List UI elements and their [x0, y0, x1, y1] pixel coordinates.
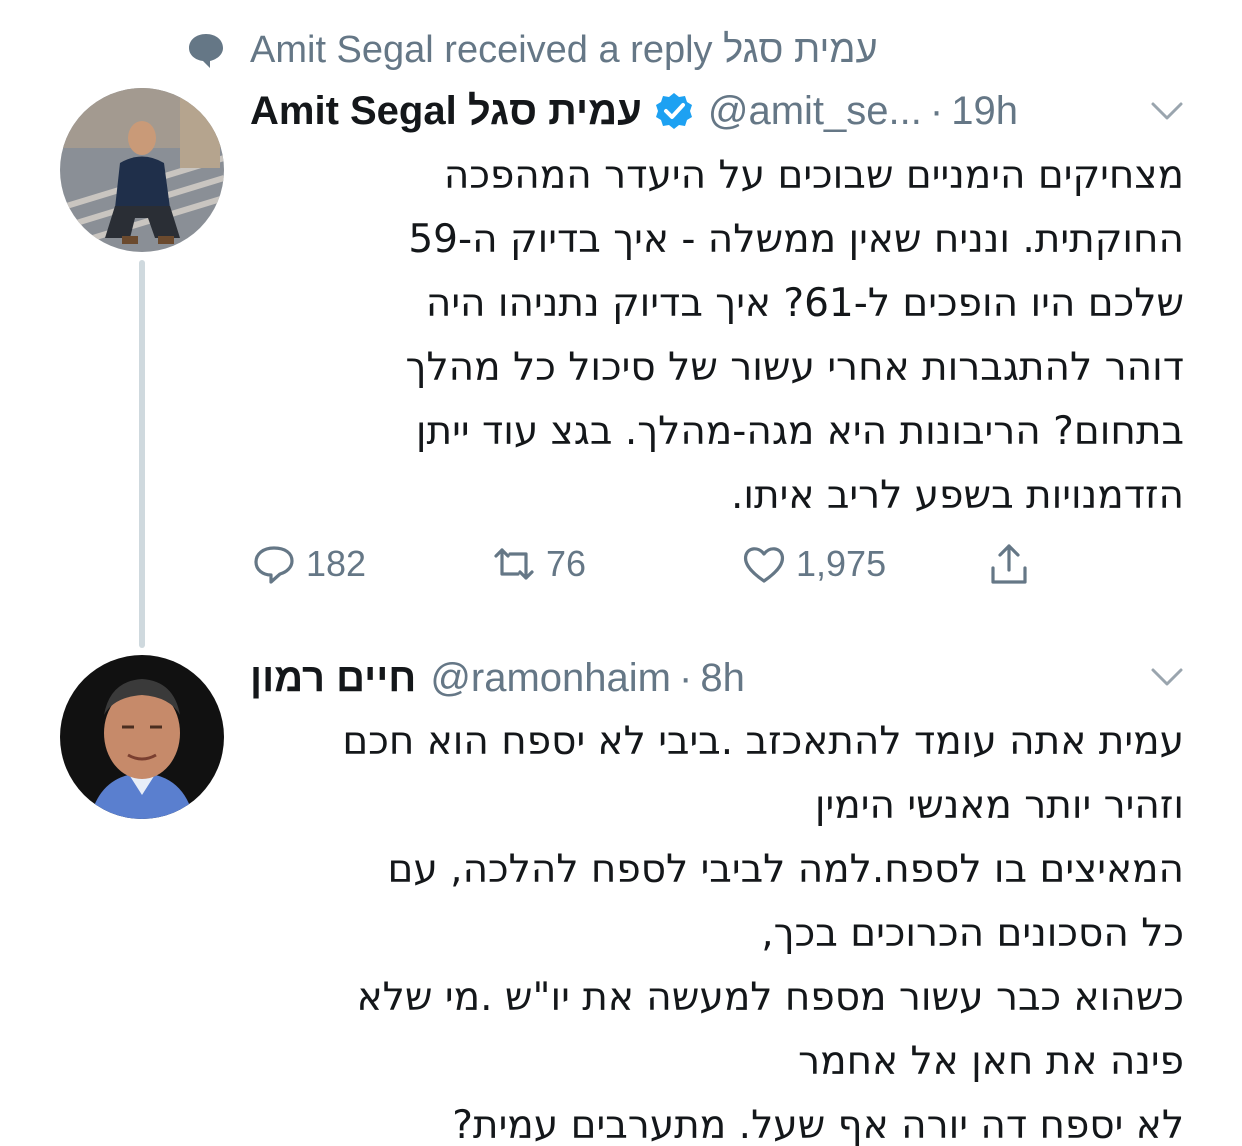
reply-text: עמית אתה עומד להתאכזב .ביבי לא יספח הוא …: [244, 710, 1184, 1146]
timestamp[interactable]: 8h: [700, 656, 745, 701]
display-name[interactable]: Amit Segal עמית סגל: [250, 89, 642, 134]
reply-context-text: Amit Segal received a reply עמית סגל: [250, 28, 878, 71]
thread-connector-line: [139, 260, 145, 648]
reply-context: Amit Segal received a reply עמית סגל: [186, 28, 878, 72]
verified-badge-icon: [655, 93, 692, 129]
heart-icon: [743, 547, 785, 583]
avatar[interactable]: [60, 88, 224, 252]
separator-dot: ·: [679, 655, 693, 700]
chevron-down-icon[interactable]: [1150, 100, 1184, 122]
retweet-icon: [494, 548, 534, 580]
tweet-text-line: הזדמנויות בשפע לריב איתו.: [730, 473, 1184, 518]
handle[interactable]: @ramonhaim: [430, 656, 671, 701]
reply-text-line: פינה את חאן אל אחמר: [798, 1039, 1184, 1084]
reply-text-line: עמית אתה עומד להתאכזב .ביבי לא יספח הוא …: [342, 719, 1184, 764]
avatar[interactable]: [60, 655, 224, 819]
like-button[interactable]: 1,975: [740, 538, 886, 590]
reply-text-line: המאיצים בו לספח.למה לביבי לספח להלכה, עם: [387, 847, 1184, 892]
timestamp[interactable]: 19h: [951, 89, 1018, 134]
tweet-header: Amit Segal עמית סגל @amit_se... · 19h: [250, 86, 1018, 136]
reply-icon: [254, 546, 294, 584]
handle[interactable]: @amit_se...: [708, 89, 922, 134]
display-name[interactable]: חיים רמון: [250, 656, 416, 701]
tweet-text: מצחיקים הימניים שבוכים על היעדר המהפכה ה…: [244, 144, 1184, 528]
reply-count: 182: [306, 543, 367, 584]
reply-text-line: כשהוא כבר עשור מספח למעשה את יו"ש .מי של…: [356, 975, 1184, 1020]
retweet-count: 76: [546, 543, 587, 584]
reply-text-line: לא יספח דה יורה אף שעל. מתערבים עמית?: [452, 1103, 1184, 1146]
tweet-text-line: בתחום? הריבונות היא מגה-מהלך. בגצ עוד יי…: [415, 409, 1184, 454]
share-icon: [991, 544, 1027, 584]
reply-text-line: כל הסכונים הכרוכים בכך,: [761, 911, 1184, 956]
twitter-thread: Amit Segal received a reply עמית סגל Ami…: [0, 0, 1242, 1146]
separator-dot: ·: [929, 88, 944, 133]
chevron-down-icon[interactable]: [1150, 666, 1184, 688]
tweet-text-line: שלכם היו הופכים ל-61? איך בדיוק נתניהו ה…: [425, 281, 1184, 326]
like-count: 1,975: [796, 543, 887, 584]
avatar-amit-segal-image: [60, 88, 224, 252]
tweet-text-line: מצחיקים הימניים שבוכים על היעדר המהפכה: [443, 153, 1184, 198]
reply-button[interactable]: 182: [250, 538, 366, 590]
reply-text-line: וזהיר יותר מאנשי הימין: [814, 783, 1184, 828]
share-button[interactable]: [985, 538, 1033, 590]
tweet-text-line: החוקתית. ונניח שאין ממשלה - איך בדיוק ה-…: [408, 217, 1184, 262]
tweet-text-line: דוהר להתגברות אחרי עשור של סיכול כל מהלך: [405, 345, 1184, 390]
retweet-button[interactable]: 76: [490, 538, 586, 590]
speech-bubble-icon: [189, 34, 223, 68]
avatar-haim-ramon-image: [60, 655, 224, 819]
reply-header: חיים רמון @ramonhaim · 8h: [250, 653, 745, 703]
